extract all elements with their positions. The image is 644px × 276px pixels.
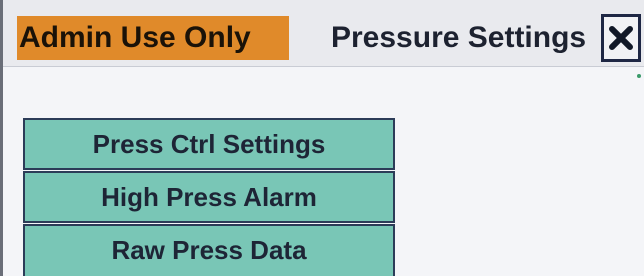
raw-press-data-button[interactable]: Raw Press Data bbox=[23, 224, 395, 276]
press-ctrl-settings-button[interactable]: Press Ctrl Settings bbox=[23, 118, 395, 170]
header-divider bbox=[3, 66, 644, 67]
high-press-alarm-button[interactable]: High Press Alarm bbox=[23, 171, 395, 223]
page-title: Pressure Settings bbox=[331, 21, 587, 54]
close-x-icon bbox=[608, 25, 634, 51]
admin-use-only-badge: Admin Use Only bbox=[17, 16, 289, 60]
header-bar: Admin Use Only Pressure Settings bbox=[3, 0, 644, 66]
pressure-settings-screen: Admin Use Only Pressure Settings Press C… bbox=[0, 0, 644, 276]
status-dot bbox=[637, 74, 641, 78]
settings-menu: Press Ctrl Settings High Press Alarm Raw… bbox=[23, 118, 395, 276]
close-button[interactable] bbox=[601, 14, 641, 62]
